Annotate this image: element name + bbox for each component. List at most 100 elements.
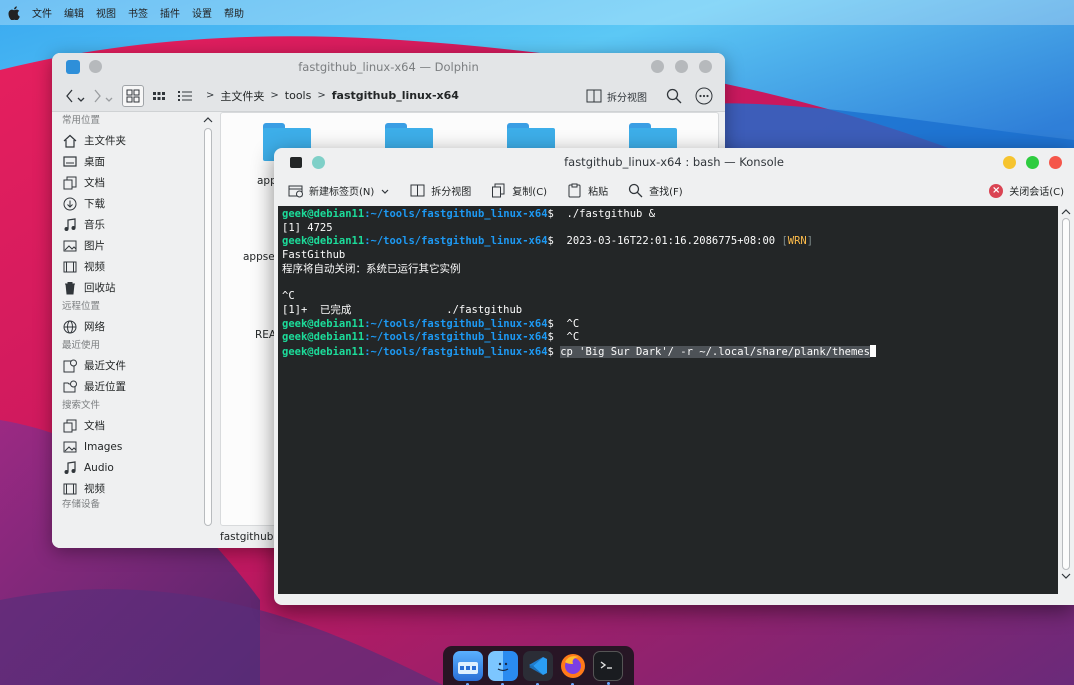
finder-icon[interactable] bbox=[488, 650, 518, 685]
compact-view-button[interactable] bbox=[148, 85, 170, 107]
icons-view-icon bbox=[126, 89, 140, 102]
prompt-user: geek@debian11 bbox=[282, 331, 365, 344]
firefox-icon[interactable] bbox=[558, 651, 588, 685]
command-text: ./fastgithub & bbox=[560, 208, 656, 220]
music-icon bbox=[64, 217, 76, 231]
places-panel: 常用位置 主文件夹 桌面 文档 下载 音乐 图片 视频 回收站 远程位置 网络 … bbox=[52, 112, 214, 548]
menu-plugins[interactable]: 插件 bbox=[160, 5, 180, 20]
videos-icon bbox=[63, 261, 77, 272]
new-tab-button[interactable]: 新建标签页(N) bbox=[288, 183, 390, 198]
paste-label: 粘贴 bbox=[588, 187, 609, 198]
menu-bookmarks[interactable]: 书签 bbox=[128, 5, 148, 20]
scroll-up-icon[interactable] bbox=[202, 114, 214, 126]
close-session-button[interactable]: × 关闭会话(C) bbox=[989, 183, 1064, 198]
close-button[interactable] bbox=[699, 60, 712, 73]
pin-button[interactable] bbox=[312, 156, 325, 169]
sidebar-item-music[interactable]: 音乐 bbox=[52, 214, 214, 235]
status-bar: fastgithub bbox=[220, 531, 274, 543]
menu-help[interactable]: 帮助 bbox=[224, 5, 244, 20]
sidebar-item-recent-locations[interactable]: 最近位置 bbox=[52, 376, 214, 397]
search-button[interactable] bbox=[663, 85, 685, 107]
breadcrumb-home[interactable]: 主文件夹 bbox=[220, 88, 264, 104]
sidebar-item-home[interactable]: 主文件夹 bbox=[52, 130, 214, 151]
prompt-symbol: $ bbox=[547, 208, 561, 220]
breadcrumb-separator-icon: > bbox=[317, 90, 326, 101]
sidebar-item-label: 视频 bbox=[84, 483, 105, 495]
close-session-icon: × bbox=[989, 183, 1004, 198]
copy-button[interactable]: 复制(C) bbox=[491, 183, 547, 198]
menu-edit[interactable]: 编辑 bbox=[64, 5, 84, 20]
command-text: 2023-03-16T22:01:16.2086775+08:00 bbox=[560, 235, 782, 248]
breadcrumb-tools[interactable]: tools bbox=[285, 89, 312, 102]
sidebar-item-downloads[interactable]: 下载 bbox=[52, 193, 214, 214]
menu-view[interactable]: 视图 bbox=[96, 5, 116, 20]
konsole-app-icon[interactable] bbox=[290, 157, 302, 168]
dolphin-titlebar[interactable]: fastgithub_linux-x64 — Dolphin bbox=[52, 53, 725, 80]
sidebar-item-pictures[interactable]: 图片 bbox=[52, 235, 214, 256]
breadcrumb-current[interactable]: fastgithub_linux-x64 bbox=[332, 89, 459, 102]
file-label[interactable]: REA bbox=[255, 329, 276, 341]
pin-button[interactable] bbox=[89, 60, 102, 73]
sidebar-item-videos[interactable]: 视频 bbox=[52, 256, 214, 277]
prompt-path: ~/tools/fastgithub_linux-x64 bbox=[370, 208, 548, 220]
sidebar-item-recent-files[interactable]: 最近文件 bbox=[52, 355, 214, 376]
scrollbar-thumb[interactable] bbox=[204, 128, 212, 526]
sidebar-item-desktop[interactable]: 桌面 bbox=[52, 151, 214, 172]
split-view-button[interactable]: 拆分视图 bbox=[586, 85, 647, 107]
breadcrumb-separator-icon: > bbox=[270, 90, 279, 101]
dolphin-app-icon[interactable] bbox=[66, 60, 80, 74]
terminal-output[interactable]: geek@debian11:~/tools/fastgithub_linux-x… bbox=[278, 206, 1058, 594]
minimize-button[interactable] bbox=[651, 60, 664, 73]
top-menu-bar: 文件 编辑 视图 书签 插件 设置 帮助 bbox=[0, 0, 1074, 25]
hamburger-menu-button[interactable] bbox=[693, 85, 715, 107]
videos-icon bbox=[63, 483, 77, 494]
forward-button[interactable] bbox=[92, 85, 114, 107]
scroll-up-icon[interactable] bbox=[1060, 206, 1072, 218]
find-button[interactable]: 查找(F) bbox=[628, 183, 683, 198]
terminal-icon[interactable] bbox=[593, 650, 623, 685]
apple-icon[interactable] bbox=[8, 5, 20, 20]
sidebar-item-documents[interactable]: 文档 bbox=[52, 172, 214, 193]
desktop-icon bbox=[63, 155, 77, 167]
details-view-button[interactable] bbox=[174, 85, 196, 107]
audio-icon bbox=[64, 460, 76, 474]
terminal-line: geek@debian11:~/tools/fastgithub_linux-x… bbox=[282, 331, 1054, 345]
file-label[interactable]: appse bbox=[243, 251, 275, 263]
trash-icon bbox=[65, 281, 75, 294]
file-manager-icon[interactable] bbox=[453, 650, 483, 685]
terminal-scrollbar[interactable] bbox=[1060, 206, 1072, 594]
command-text: ^C bbox=[560, 331, 580, 344]
selected-command: cp 'Big Sur Dark'/ -r ~/.local/share/pla… bbox=[560, 345, 870, 358]
scrollbar-thumb[interactable] bbox=[1062, 218, 1070, 570]
maximize-button[interactable] bbox=[1026, 156, 1039, 169]
konsole-window-title: fastgithub_linux-x64 : bash — Konsole bbox=[564, 155, 784, 169]
new-tab-icon bbox=[288, 185, 303, 198]
search-icon bbox=[666, 88, 682, 104]
sidebar-item-trash[interactable]: 回收站 bbox=[52, 277, 214, 298]
dolphin-toolbar: > 主文件夹 > tools > fastgithub_linux-x64 拆分… bbox=[52, 80, 725, 112]
sidebar-item-images[interactable]: Images bbox=[52, 436, 214, 457]
prompt-symbol: $ bbox=[547, 345, 561, 358]
back-button[interactable] bbox=[64, 85, 86, 107]
sidebar-item-search-videos[interactable]: 视频 bbox=[52, 478, 214, 499]
sidebar-item-label: 视频 bbox=[84, 261, 105, 273]
scroll-down-icon[interactable] bbox=[1060, 570, 1072, 582]
menu-settings[interactable]: 设置 bbox=[192, 5, 212, 20]
konsole-titlebar[interactable]: fastgithub_linux-x64 : bash — Konsole bbox=[274, 148, 1074, 176]
sidebar-scrollbar[interactable] bbox=[202, 114, 214, 542]
close-button[interactable] bbox=[1049, 156, 1062, 169]
finder-face-glyph bbox=[497, 662, 509, 671]
split-view-button[interactable]: 拆分视图 bbox=[410, 183, 471, 198]
icons-view-button[interactable] bbox=[122, 84, 144, 107]
sidebar-item-network[interactable]: 网络 bbox=[52, 316, 214, 337]
prompt-symbol: $ bbox=[547, 235, 561, 248]
konsole-window: fastgithub_linux-x64 : bash — Konsole 新建… bbox=[274, 148, 1074, 605]
maximize-button[interactable] bbox=[675, 60, 688, 73]
sidebar-item-audio[interactable]: Audio bbox=[52, 457, 214, 478]
sidebar-item-search-documents[interactable]: 文档 bbox=[52, 415, 214, 436]
menu-file[interactable]: 文件 bbox=[32, 5, 52, 20]
documents-icon bbox=[63, 419, 77, 432]
vscode-icon[interactable] bbox=[523, 650, 553, 685]
minimize-button[interactable] bbox=[1003, 156, 1016, 169]
paste-button[interactable]: 粘贴 bbox=[567, 183, 608, 198]
